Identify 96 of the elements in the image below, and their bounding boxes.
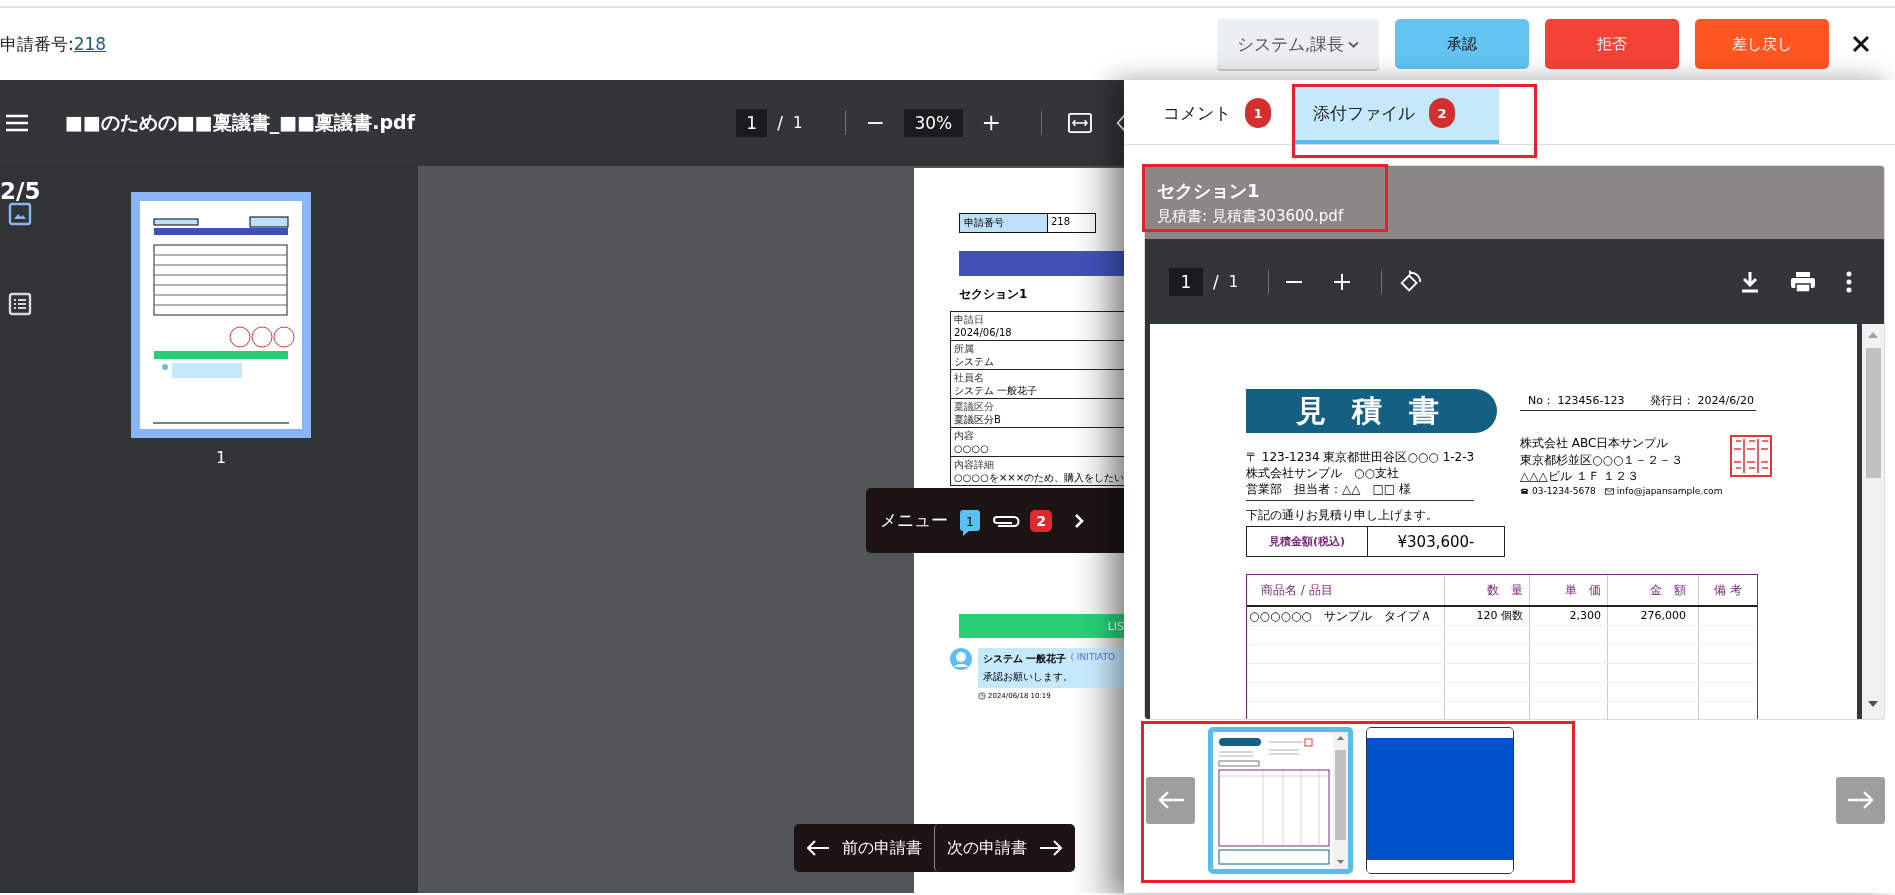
- email-address: info@japansample.com: [1616, 486, 1723, 496]
- zoom-in-icon[interactable]: [982, 114, 1000, 132]
- comment-role: ( INITIATO: [1070, 652, 1116, 664]
- comment-count-badge[interactable]: 1: [960, 509, 980, 536]
- scrollbar-thumb[interactable]: [1865, 348, 1881, 478]
- page-counter: 2/5: [0, 178, 41, 204]
- file-name: ■■のための■■稟議書_■■稟議書.pdf: [65, 110, 415, 136]
- section-title: セクション1: [1157, 179, 1261, 203]
- menu-label[interactable]: メニュー: [880, 509, 948, 532]
- page-thumbnail[interactable]: [131, 192, 311, 438]
- mail-icon: [1604, 487, 1614, 495]
- column-header: 数 量: [1445, 575, 1530, 605]
- zoom-level[interactable]: 30%: [903, 109, 963, 137]
- close-icon[interactable]: [1851, 34, 1871, 54]
- tab[interactable]: 添付ファイル 2: [1293, 86, 1499, 144]
- next-button[interactable]: 次の申請書: [934, 824, 1075, 872]
- file-name: 見積書: 見積書303600.pdf: [1157, 207, 1345, 226]
- zoom-in-icon[interactable]: [1333, 272, 1352, 291]
- page-number: 1: [215, 448, 227, 467]
- comment-text: 承認お願いします。: [983, 670, 1074, 684]
- amount-value: ¥303,600-: [1396, 531, 1476, 553]
- page-separator: /: [777, 113, 783, 133]
- more-icon[interactable]: [1846, 270, 1852, 293]
- issuer-line: △△△ビル １Ｆ １２３: [1520, 468, 1641, 484]
- column-header: 金 額: [1608, 575, 1699, 605]
- download-icon[interactable]: [1740, 270, 1760, 293]
- approver-select[interactable]: システム,課長: [1217, 19, 1379, 69]
- page-input[interactable]: 1: [736, 109, 768, 137]
- field-value: 2024/06/18: [954, 325, 1013, 339]
- field-label: 社員名: [954, 371, 985, 384]
- table-cell: ○○○○○○ サンプル タイプＡ: [1247, 607, 1445, 625]
- request-number-link[interactable]: 218: [73, 34, 107, 54]
- list-icon[interactable]: [8, 292, 32, 316]
- field-label: 稟議区分: [954, 400, 995, 413]
- attachment-count-badge[interactable]: 2: [1030, 509, 1052, 532]
- page-separator: /: [1213, 271, 1219, 292]
- comments-heading: LIS: [959, 614, 1124, 638]
- page-total: 1: [792, 114, 803, 132]
- recipient-line: 営業部 担当者：△△ □□ 様: [1246, 481, 1412, 497]
- field-value: 稟議区分B: [954, 412, 1002, 426]
- table-cell: 276,000: [1608, 607, 1699, 625]
- column-header: 単 価: [1530, 575, 1608, 605]
- column-header: 備 考: [1713, 581, 1743, 599]
- column-header: 商品名 / 品目: [1247, 575, 1445, 605]
- section-title: セクション1: [959, 286, 1028, 303]
- menu-icon[interactable]: [6, 114, 28, 132]
- field-value: ○○○○を×××のため、購入をしたい: [954, 470, 1124, 484]
- phone-number: 03-1234-5678: [1532, 486, 1596, 496]
- avatar-icon: [950, 648, 972, 670]
- clock-icon: [978, 692, 986, 700]
- recipient-line: 〒 123-1234 東京都世田谷区○○○ 1-2-3: [1246, 449, 1475, 465]
- issuer-line: 東京都杉並区○○○１－２－３: [1520, 452, 1685, 468]
- document-number: No： 123456-123: [1528, 393, 1625, 408]
- request-label: 申請番号:: [0, 32, 74, 56]
- action-button[interactable]: 承認: [1395, 19, 1529, 69]
- scrollbar[interactable]: [1862, 324, 1884, 719]
- tab[interactable]: コメント 1: [1143, 86, 1271, 144]
- page-total: 1: [1228, 272, 1239, 291]
- print-icon[interactable]: [1790, 270, 1816, 293]
- document-title: 見 積 書: [1246, 389, 1497, 433]
- field-value: システム 一般花子: [954, 383, 1039, 397]
- field-label: 所属: [954, 342, 975, 355]
- caret-icon: [1348, 40, 1360, 48]
- paperclip-icon[interactable]: [990, 513, 1020, 528]
- arrow-right-icon: [1039, 840, 1063, 856]
- table-cell: 218: [1048, 213, 1096, 233]
- image-thumbnail[interactable]: [1366, 726, 1514, 874]
- arrow-right-icon: [1846, 790, 1875, 810]
- scroll-down-arrow-icon[interactable]: [1868, 701, 1878, 707]
- next-arrow-button[interactable]: [1836, 776, 1885, 824]
- field-value: システム: [954, 354, 995, 368]
- action-button[interactable]: 拒否: [1545, 19, 1679, 69]
- arrow-left-icon: [806, 840, 830, 856]
- issuer-line: 株式会社 ABC日本サンプル: [1520, 435, 1670, 452]
- document-thumbnail[interactable]: [1208, 726, 1353, 874]
- previous-button[interactable]: 前の申請書: [794, 824, 934, 872]
- image-icon[interactable]: [8, 202, 32, 226]
- field-value: ○○○○: [954, 441, 990, 455]
- page-input[interactable]: 1: [1169, 267, 1203, 296]
- field-label: 内容詳細: [954, 458, 995, 471]
- field-label: 内容: [954, 429, 975, 442]
- note-text: 下記の通りお見積り申し上げます。: [1246, 507, 1439, 524]
- stamp-icon: [1730, 435, 1773, 477]
- amount-label: 見積金額(税込): [1247, 527, 1368, 556]
- fit-page-icon[interactable]: [1068, 112, 1093, 134]
- arrow-left-icon: [1156, 790, 1185, 810]
- comment-author: システム 一般花子: [983, 652, 1067, 666]
- field-label: 申請日: [954, 313, 985, 326]
- recipient-line: 株式会社サンプル ○○支社: [1246, 465, 1400, 481]
- phone-icon: [1520, 487, 1529, 495]
- chevron-right-icon[interactable]: [1074, 512, 1084, 529]
- table-cell: 2,300: [1530, 607, 1608, 625]
- table-cell: 申請番号: [959, 213, 1048, 233]
- issue-date: 発行日： 2024/6/20: [1650, 393, 1754, 408]
- previous-arrow-button[interactable]: [1146, 776, 1195, 824]
- table-cell: 120 個数: [1445, 607, 1530, 625]
